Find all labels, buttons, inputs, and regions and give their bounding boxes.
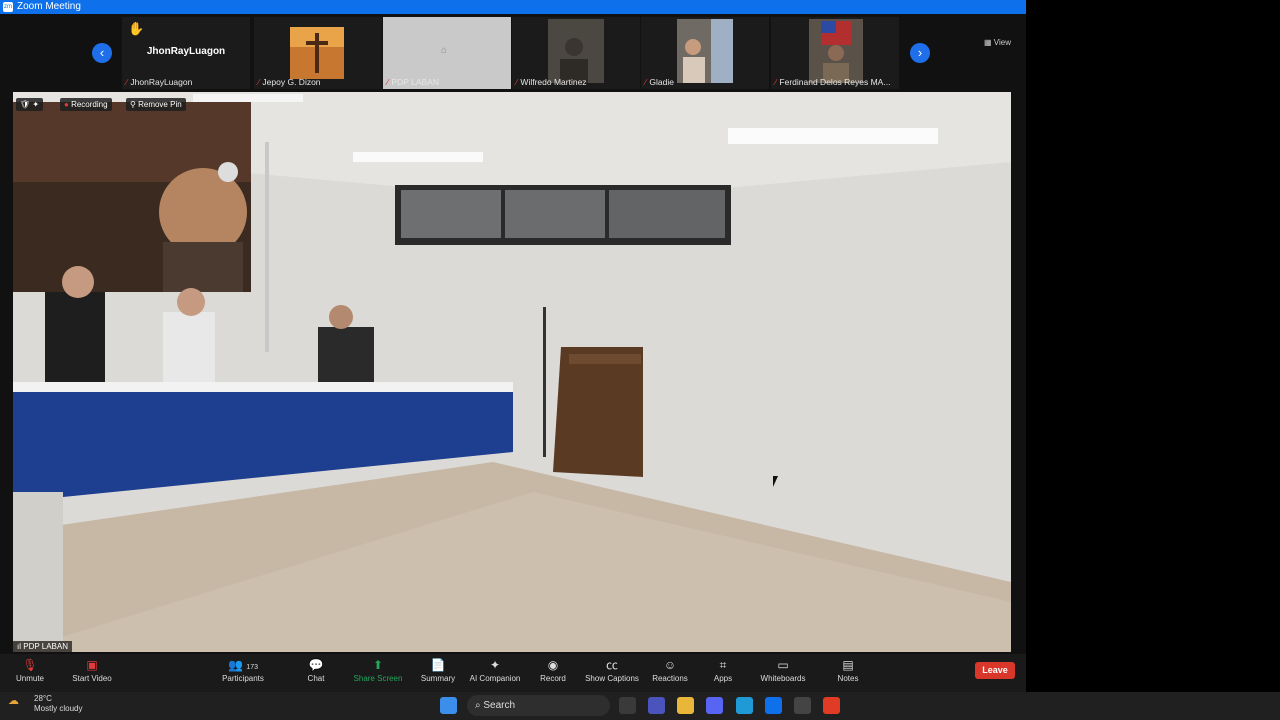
task-view-icon[interactable]: [619, 697, 636, 714]
video-off-icon: ▣: [86, 658, 98, 672]
title-bar: zm Zoom Meeting: [0, 0, 1026, 14]
participant-tile[interactable]: ✋ JhonRayLuagon ⁄ JhonRayLuagon: [122, 17, 250, 89]
muted-mic-icon: ⁄: [516, 77, 518, 87]
muted-mic-icon: ⁄: [126, 77, 128, 87]
taskbar-search[interactable]: ⌕ Search: [467, 695, 610, 716]
reactions-button[interactable]: ☺ Reactions: [640, 656, 700, 690]
apps-icon: ⌗: [719, 658, 727, 672]
zoom-logo-icon: zm: [3, 2, 13, 12]
raised-hand-icon: ✋: [128, 21, 145, 36]
avatar-icon: ⌂: [441, 45, 448, 56]
app-taskbar-icon[interactable]: [794, 697, 811, 714]
temperature: 28°C: [34, 694, 52, 703]
window-title: Zoom Meeting: [17, 1, 81, 12]
share-screen-button[interactable]: ⬆ Share Screen: [348, 656, 408, 690]
muted-mic-icon: ⁄: [645, 77, 647, 87]
participant-tile[interactable]: ⁄ Gladie: [641, 17, 769, 89]
search-icon: ⌕: [475, 700, 481, 711]
participant-big-name: JhonRayLuagon: [146, 46, 226, 57]
recording-indicator[interactable]: ● Recording: [60, 98, 112, 111]
edge-icon[interactable]: [736, 697, 753, 714]
muted-mic-icon: ⁄: [387, 77, 389, 87]
participant-name: Wilfredo Martinez: [520, 77, 587, 87]
windows-taskbar: ☁ 28°C Mostly cloudy ⌕ Search: [0, 692, 1280, 720]
reactions-icon: ☺: [663, 658, 677, 672]
participant-name: Gladie: [649, 77, 674, 87]
show-captions-button[interactable]: ㏄ Show Captions: [582, 656, 642, 690]
share-screen-icon: ⬆: [372, 658, 384, 672]
participant-tile[interactable]: ⌂ ⁄ PDP LABAN: [383, 17, 511, 89]
notes-button[interactable]: ▤ Notes: [818, 656, 878, 690]
captions-icon: ㏄: [605, 658, 618, 672]
participant-tile[interactable]: ⁄ Ferdinand Delos Reyes MA...: [771, 17, 899, 89]
whiteboard-icon: ▭: [777, 658, 789, 672]
weather-condition: Mostly cloudy: [34, 704, 83, 713]
pin-icon: ⚲: [130, 100, 136, 109]
pinned-video[interactable]: [13, 92, 1011, 652]
leave-button[interactable]: Leave: [975, 662, 1015, 679]
muted-mic-icon: 🎙: [22, 658, 38, 672]
chat-button[interactable]: 💬 Chat: [286, 656, 346, 690]
zoom-window: zm Zoom Meeting ‹ › ▦ View ✋ JhonRayLuago…: [0, 0, 1026, 692]
remove-pin-button[interactable]: ⚲ Remove Pin: [126, 98, 186, 111]
participants-icon: 👥 173: [228, 658, 258, 672]
prev-page-button[interactable]: ‹: [92, 43, 112, 63]
teams-icon[interactable]: [648, 697, 665, 714]
participant-tile[interactable]: ⁄ Jepoy G. Dizon: [254, 17, 382, 89]
discord-icon[interactable]: [706, 697, 723, 714]
participant-strip: ‹ › ▦ View ✋ JhonRayLuagon ⁄ JhonRayLuago…: [0, 14, 1026, 90]
file-explorer-icon[interactable]: [677, 697, 694, 714]
notes-icon: ▤: [842, 658, 854, 672]
ai-companion-icon: ✦: [489, 658, 501, 672]
participant-name: Ferdinand Delos Reyes MA...: [779, 77, 891, 87]
participant-tile[interactable]: ⁄ Wilfredo Martinez: [512, 17, 640, 89]
participant-name: PDP LABAN: [391, 77, 439, 87]
record-button[interactable]: ◉ Record: [523, 656, 583, 690]
windows-start-icon[interactable]: [440, 697, 457, 714]
weather-widget[interactable]: ☁ 28°C Mostly cloudy: [8, 694, 83, 714]
view-button[interactable]: ▦ View: [984, 38, 1011, 47]
record-icon: ◉: [547, 658, 559, 672]
record-dot-icon: ●: [64, 100, 69, 109]
summary-icon: 📄: [430, 658, 446, 672]
empty-area: [1026, 0, 1280, 692]
conference-room-scene: [13, 92, 1011, 652]
weather-icon: ☁: [8, 695, 19, 707]
zoom-taskbar-icon[interactable]: [765, 697, 782, 714]
unmute-button[interactable]: 🎙 Unmute: [0, 656, 60, 690]
participant-name: Jepoy G. Dizon: [262, 77, 321, 87]
speaker-name-tag: ıl PDP LABAN: [13, 641, 72, 652]
summary-button[interactable]: 📄 Summary: [408, 656, 468, 690]
participant-name: JhonRayLuagon: [130, 77, 193, 87]
muted-mic-icon: ⁄: [775, 77, 777, 87]
security-shield-icon: 🛡 ✦: [16, 98, 44, 111]
mouse-cursor: [773, 476, 778, 487]
start-video-button[interactable]: ▣ Start Video: [62, 656, 122, 690]
ai-companion-button[interactable]: ✦ AI Companion: [465, 656, 525, 690]
chat-icon: 💬: [308, 658, 324, 672]
participants-button[interactable]: 👥 173 Participants: [213, 656, 273, 690]
brave-icon[interactable]: [823, 697, 840, 714]
whiteboards-button[interactable]: ▭ Whiteboards: [753, 656, 813, 690]
meeting-controls: 🎙 Unmute ▣ Start Video 👥 173 Participants 💬…: [0, 654, 1026, 692]
muted-mic-icon: ⁄: [258, 77, 260, 87]
apps-button[interactable]: ⌗ Apps: [693, 656, 753, 690]
next-page-button[interactable]: ›: [910, 43, 930, 63]
